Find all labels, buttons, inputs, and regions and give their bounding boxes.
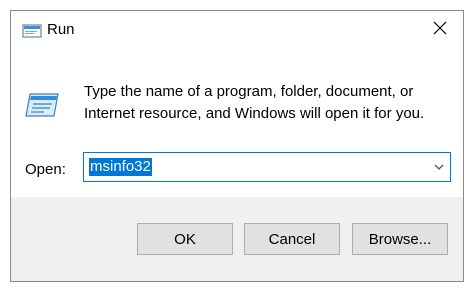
description-line-1: Type the name of a program, folder, docu… [84,83,414,100]
window-title: Run [47,21,75,38]
run-dialog-icon [24,91,60,121]
close-button[interactable] [417,11,463,49]
run-icon [22,23,44,39]
title-bar[interactable]: Run [11,11,463,49]
run-dialog: Run Type the name of a program, folder, … [10,10,464,282]
open-input[interactable]: msinfo32 [89,158,152,176]
description-line-2: Internet resource, and Windows will open… [84,105,425,122]
open-label: Open: [25,161,66,178]
open-combobox[interactable]: msinfo32 [83,152,451,182]
browse-button[interactable]: Browse... [352,223,448,255]
close-icon [433,21,447,40]
button-bar: OK Cancel Browse... [11,197,463,281]
dialog-description: Type the name of a program, folder, docu… [84,81,444,125]
ok-button[interactable]: OK [137,223,233,255]
chevron-down-icon[interactable] [432,160,446,174]
cancel-button[interactable]: Cancel [244,223,340,255]
dialog-content: Type the name of a program, folder, docu… [11,49,463,197]
